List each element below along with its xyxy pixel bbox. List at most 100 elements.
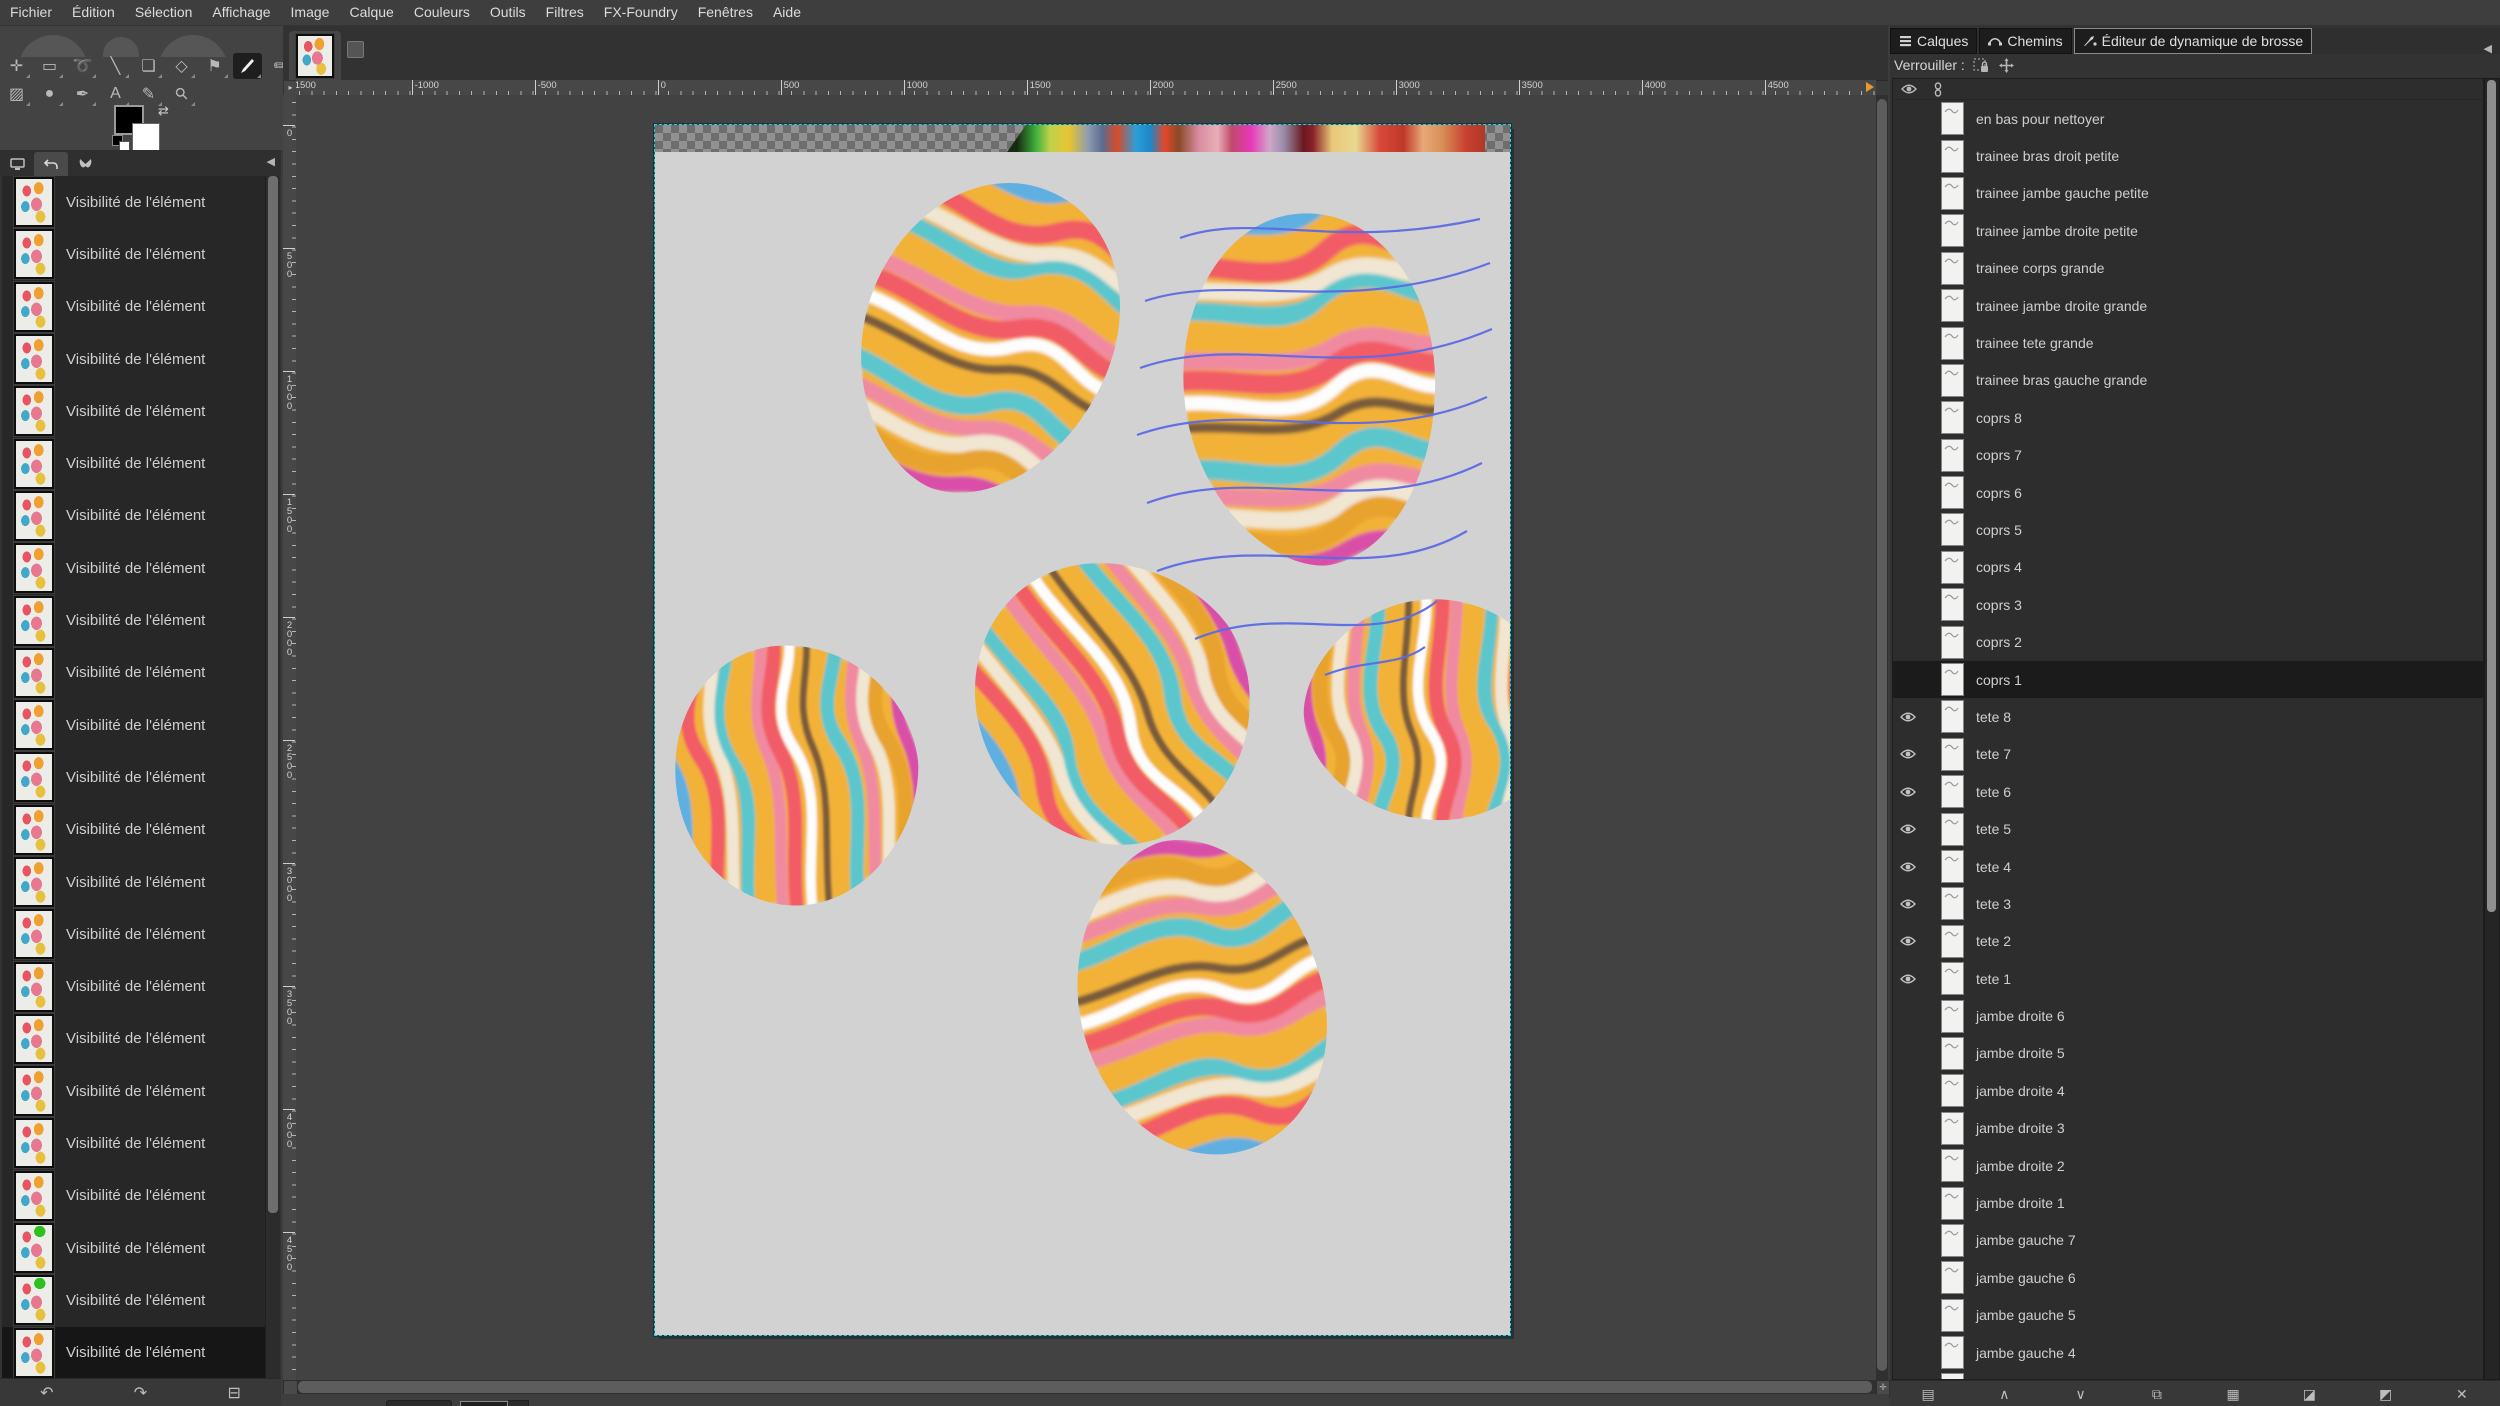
tool-move[interactable]: ✛ xyxy=(2,53,31,79)
undo-history-row[interactable]: Visibilité de l'élément xyxy=(2,1065,265,1117)
swap-colors-icon[interactable]: ⇄ xyxy=(158,103,169,119)
layer-row-coprs-1[interactable]: coprs 1 xyxy=(1893,661,2483,698)
undo-history-row[interactable]: Visibilité de l'élément xyxy=(2,333,265,385)
layer-row-tete-7[interactable]: tete 7 xyxy=(1893,736,2483,773)
clear-history-button[interactable]: ⊟ xyxy=(214,1383,254,1403)
undo-history-row[interactable]: Visibilité de l'élément xyxy=(2,1013,265,1065)
visibility-eye-icon[interactable] xyxy=(1900,935,1916,947)
visibility-eye-icon[interactable] xyxy=(1900,898,1916,910)
unit-dropdown[interactable]: px ▼ xyxy=(386,1400,452,1406)
undo-history-row[interactable]: Visibilité de l'élément xyxy=(2,594,265,646)
layer-list-scrollbar[interactable] xyxy=(2484,78,2500,1380)
undo-history-row[interactable]: Visibilité de l'élément xyxy=(2,804,265,856)
layer-row-jambe-gauche-5[interactable]: jambe gauche 5 xyxy=(1893,1297,2483,1334)
layer-row-jambe-droite-4[interactable]: jambe droite 4 xyxy=(1893,1072,2483,1109)
tab-undo-history[interactable] xyxy=(34,152,68,176)
menu-item-slection[interactable]: Sélection xyxy=(125,0,203,25)
layer-row-tete-3[interactable]: tete 3 xyxy=(1893,885,2483,922)
undo-history-row[interactable]: Visibilité de l'élément xyxy=(2,490,265,542)
tab-device-status[interactable] xyxy=(0,152,34,176)
duplicate-layer-button[interactable]: ⧉ xyxy=(2137,1386,2177,1403)
menu-item-outils[interactable]: Outils xyxy=(480,0,536,25)
image-tab-secondary-icon[interactable] xyxy=(347,41,364,58)
canvas-horizontal-scrollbar[interactable] xyxy=(296,1380,1876,1394)
tool-gradient[interactable]: ▨ xyxy=(2,81,31,107)
layer-row-partial[interactable] xyxy=(1893,1371,2483,1380)
new-layer-button[interactable]: ▤ xyxy=(1908,1386,1948,1403)
collapse-left-dock-icon[interactable]: ◀ xyxy=(267,155,275,168)
undo-history-row[interactable]: Visibilité de l'élément xyxy=(2,751,265,803)
visibility-eye-icon[interactable] xyxy=(1900,861,1916,873)
layer-row-coprs-6[interactable]: coprs 6 xyxy=(1893,474,2483,511)
layer-row-jambe-droite-3[interactable]: jambe droite 3 xyxy=(1893,1110,2483,1147)
tab-images[interactable] xyxy=(68,152,102,176)
add-mask-button[interactable]: ◩ xyxy=(2366,1386,2406,1403)
menu-item-fichier[interactable]: Fichier xyxy=(0,0,62,25)
undo-history-row[interactable]: Visibilité de l'élément xyxy=(2,856,265,908)
undo-history-row[interactable]: Visibilité de l'élément xyxy=(2,385,265,437)
layer-row-jambe-droite-5[interactable]: jambe droite 5 xyxy=(1893,1035,2483,1072)
layer-row-coprs-7[interactable]: coprs 7 xyxy=(1893,437,2483,474)
eye-column-icon[interactable] xyxy=(1901,83,1917,95)
layer-row-coprs-5[interactable]: coprs 5 xyxy=(1893,511,2483,548)
tool-rectangle-select[interactable]: ▭ xyxy=(35,53,64,79)
tool-unified-transform[interactable]: ◇ xyxy=(167,53,196,79)
menu-item-couleurs[interactable]: Couleurs xyxy=(404,0,480,25)
lock-position-icon[interactable] xyxy=(1999,58,2014,73)
tool-crop[interactable]: ❏ xyxy=(134,53,163,79)
vertical-ruler[interactable]: 050010001500200025003000350040004500 xyxy=(283,95,297,1380)
redo-button[interactable]: ↷ xyxy=(120,1383,160,1403)
raise-layer-button[interactable]: ∧ xyxy=(1984,1386,2024,1403)
canvas-vertical-scrollbar[interactable] xyxy=(1876,95,1888,1380)
layer-row-tete-5[interactable]: tete 5 xyxy=(1893,810,2483,847)
undo-history-row[interactable]: Visibilité de l'élément xyxy=(2,647,265,699)
visibility-eye-icon[interactable] xyxy=(1900,786,1916,798)
lower-layer-button[interactable]: ∨ xyxy=(2061,1386,2101,1403)
undo-history-row[interactable]: Visibilité de l'élément xyxy=(2,1170,265,1222)
undo-history-row[interactable]: Visibilité de l'élément xyxy=(2,1327,265,1378)
layer-row-tete-2[interactable]: tete 2 xyxy=(1893,923,2483,960)
tab-chemins[interactable]: Chemins xyxy=(1979,28,2071,54)
anchor-layer-button[interactable]: ▦ xyxy=(2213,1386,2253,1403)
background-color-swatch[interactable] xyxy=(132,123,160,151)
layer-row-trainee-corps-grande[interactable]: trainee corps grande xyxy=(1893,250,2483,287)
layer-row-jambe-droite-2[interactable]: jambe droite 2 xyxy=(1893,1147,2483,1184)
chain-column-icon[interactable] xyxy=(1933,82,1943,97)
horizontal-ruler[interactable]: -1500-1000-50005001000150020002500300035… xyxy=(296,80,1876,96)
merge-down-button[interactable]: ◪ xyxy=(2289,1386,2329,1403)
menu-item-dition[interactable]: Édition xyxy=(62,0,125,25)
undo-list-scrollbar[interactable] xyxy=(265,176,280,1378)
layer-row-tete-6[interactable]: tete 6 xyxy=(1893,773,2483,810)
layer-row-trainee-jambe-droite-grande[interactable]: trainee jambe droite grande xyxy=(1893,287,2483,324)
layer-row-coprs-8[interactable]: coprs 8 xyxy=(1893,399,2483,436)
layer-row-jambe-droite-6[interactable]: jambe droite 6 xyxy=(1893,997,2483,1034)
undo-history-row[interactable]: Visibilité de l'élément xyxy=(2,1274,265,1326)
undo-history-row[interactable]: Visibilité de l'élément xyxy=(2,542,265,594)
menu-item-calque[interactable]: Calque xyxy=(339,0,403,25)
undo-button[interactable]: ↶ xyxy=(27,1383,67,1403)
visibility-eye-icon[interactable] xyxy=(1900,748,1916,760)
undo-history-row[interactable]: Visibilité de l'élément xyxy=(2,176,265,228)
visibility-eye-icon[interactable] xyxy=(1900,823,1916,835)
layer-row-coprs-3[interactable]: coprs 3 xyxy=(1893,586,2483,623)
menu-item-filtres[interactable]: Filtres xyxy=(536,0,594,25)
menu-item-aide[interactable]: Aide xyxy=(763,0,811,25)
layer-row-tete-1[interactable]: tete 1 xyxy=(1893,960,2483,997)
visibility-eye-icon[interactable] xyxy=(1900,973,1916,985)
undo-history-row[interactable]: Visibilité de l'élément xyxy=(2,437,265,489)
canvas-viewport[interactable] xyxy=(296,95,1876,1380)
layer-row-trainee-jambe-gauche-petite[interactable]: trainee jambe gauche petite xyxy=(1893,175,2483,212)
delete-layer-button[interactable]: ✕ xyxy=(2442,1386,2482,1403)
undo-history-row[interactable]: Visibilité de l'élément xyxy=(2,1222,265,1274)
layer-row-jambe-gauche-7[interactable]: jambe gauche 7 xyxy=(1893,1222,2483,1259)
layer-row-jambe-droite-1[interactable]: jambe droite 1 xyxy=(1893,1184,2483,1221)
tool-fuzzy-select[interactable]: ⚑ xyxy=(200,53,229,79)
canvas-image[interactable] xyxy=(655,125,1510,1335)
zoom-dropdown-icon[interactable]: ▼ xyxy=(508,1400,529,1406)
undo-history-row[interactable]: Visibilité de l'élément xyxy=(2,281,265,333)
menu-item-affichage[interactable]: Affichage xyxy=(202,0,280,25)
tab-dynamics-editor[interactable]: Éditeur de dynamique de brosse xyxy=(2074,28,2313,54)
layer-row-tete-8[interactable]: tete 8 xyxy=(1893,698,2483,735)
layer-row-tete-4[interactable]: tete 4 xyxy=(1893,848,2483,885)
undo-history-row[interactable]: Visibilité de l'élément xyxy=(2,908,265,960)
